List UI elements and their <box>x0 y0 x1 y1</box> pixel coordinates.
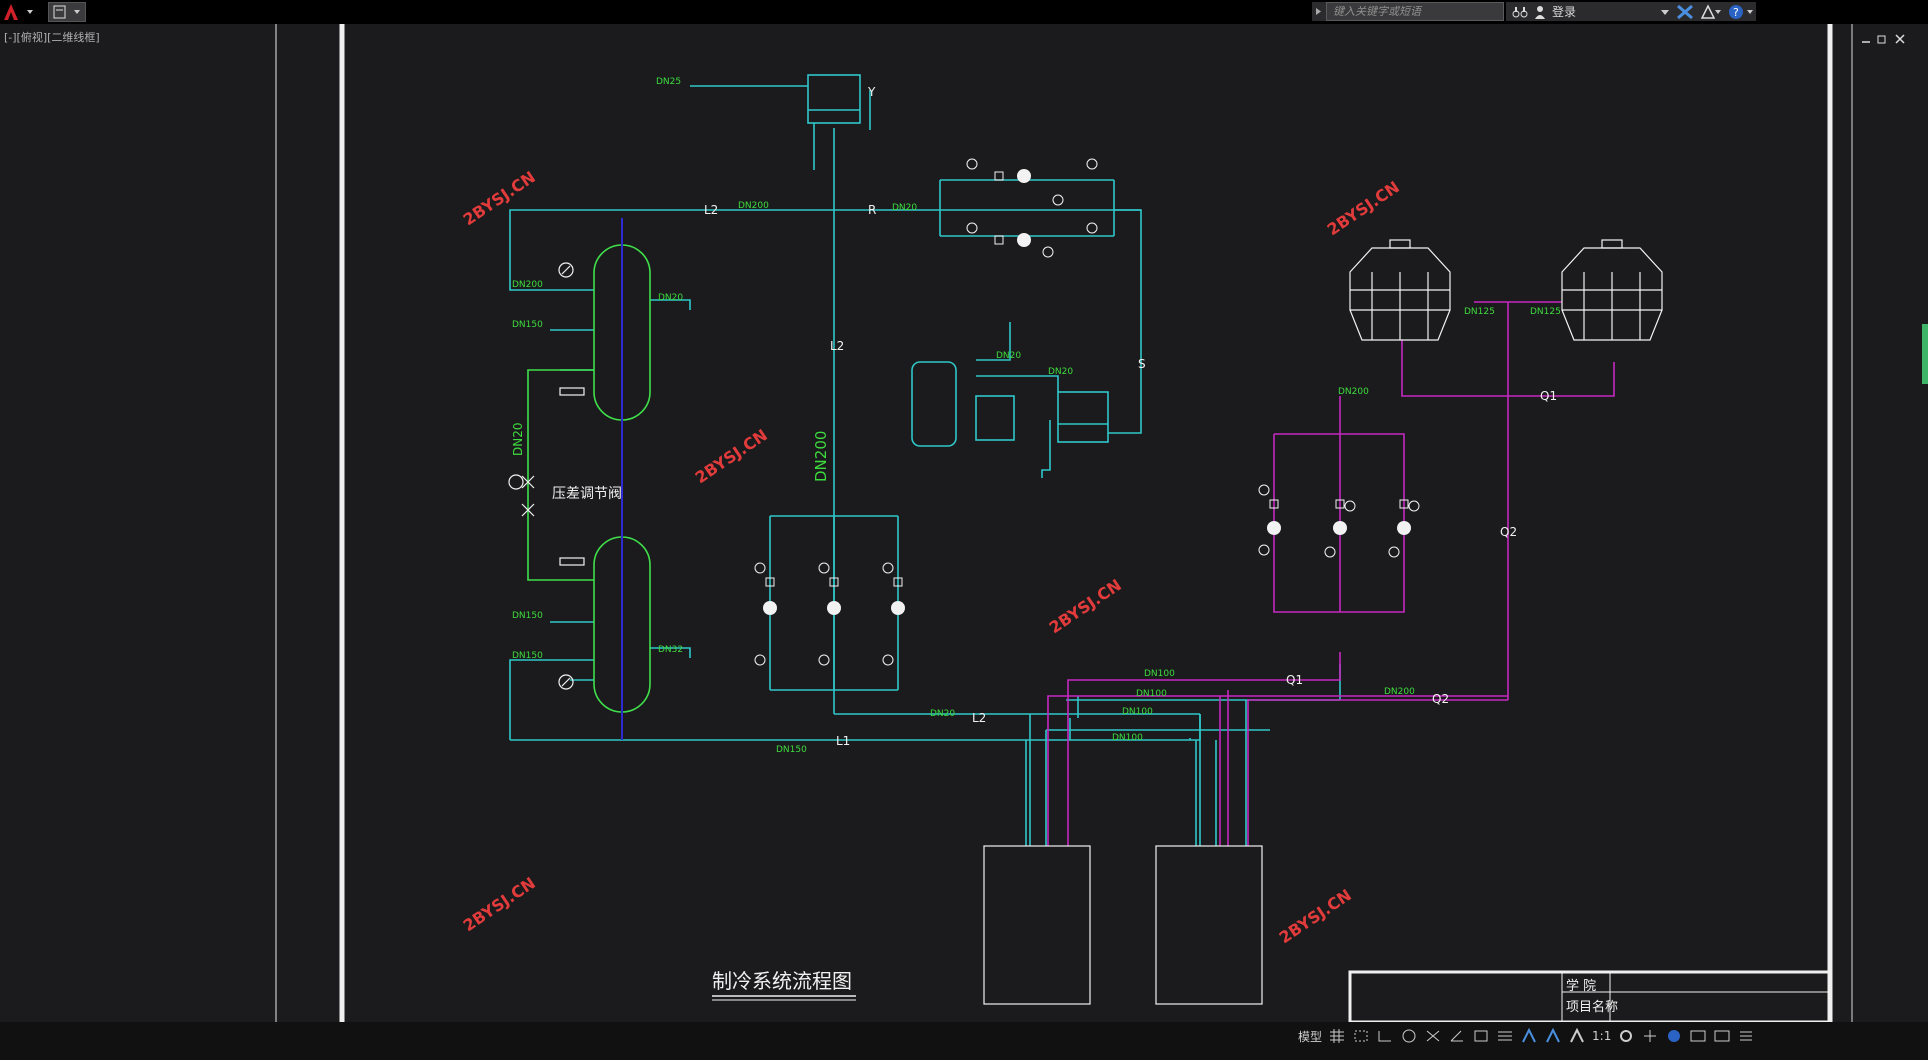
pipe-size-label: DN100 <box>1112 733 1143 743</box>
pipe-size-label: DN100 <box>1144 669 1175 679</box>
pressure-valve-label: 压差调节阀 <box>552 486 622 502</box>
plus-icon[interactable] <box>1641 1028 1659 1044</box>
annotation-visibility-icon[interactable] <box>1520 1028 1538 1044</box>
valve-symbols <box>754 158 1420 666</box>
watermark-text: 2BYSJ.CN <box>1276 885 1355 947</box>
autodesk-360-icon[interactable] <box>1700 3 1722 20</box>
snap-icon[interactable] <box>1352 1028 1370 1044</box>
pipe-size-label: DN25 <box>656 77 681 87</box>
pipe-label-l2-vertical: L2 <box>830 339 844 353</box>
pipe-label-s: S <box>1138 357 1146 371</box>
pipe-size-label: DN20 <box>658 293 683 303</box>
grid-icon[interactable] <box>1328 1028 1346 1044</box>
pipe-size-label: DN125 <box>1464 307 1495 317</box>
angle-icon[interactable] <box>1448 1028 1466 1044</box>
autocad-logo-icon <box>4 4 33 20</box>
pipe-size-label-vertical: DN20 <box>511 423 525 457</box>
chevron-down-icon[interactable] <box>1660 5 1670 19</box>
pipe-size-label: DN125 <box>1530 307 1561 317</box>
distributor-vessels <box>527 244 651 713</box>
model-tab[interactable]: 模型 <box>1298 1028 1322 1045</box>
pipe-size-label: DN200 <box>1338 387 1369 397</box>
login-link[interactable]: 登录 <box>1552 3 1576 20</box>
pipe-size-label: DN32 <box>658 645 683 655</box>
pipe-label-r: R <box>868 203 876 217</box>
title-block-row1: 学 院 <box>1566 978 1596 994</box>
exchange-icon[interactable] <box>1676 4 1694 20</box>
application-title-bar: 键入关键字或短语 登录 ? <box>0 0 1928 24</box>
ortho-icon[interactable] <box>1376 1028 1394 1044</box>
drawing-canvas[interactable]: 学 院 项目名称 制冷系统流程图 压差调节阀 L2 R Y S L2 L2 L1… <box>0 24 1928 1022</box>
cooling-water-pipes <box>1047 301 1615 846</box>
chevron-right-icon <box>1316 8 1321 15</box>
status-bar-tools: 模型 1:1 <box>1296 1024 1755 1048</box>
search-expand-arrow[interactable] <box>1312 2 1326 21</box>
pipe-label-q2: Q2 <box>1432 692 1449 706</box>
object-snap-icon[interactable] <box>1472 1028 1490 1044</box>
workspace-gear-icon[interactable] <box>1617 1028 1635 1044</box>
application-menu-button[interactable] <box>0 0 44 24</box>
pipe-size-label: DN100 <box>1136 689 1167 699</box>
scroll-marker[interactable] <box>1922 324 1928 384</box>
new-file-icon <box>53 5 80 19</box>
user-toolbar: 登录 ? <box>1506 2 1756 21</box>
pipe-size-label: DN150 <box>776 745 807 755</box>
watermark-text: 2BYSJ.CN <box>460 167 539 229</box>
watermark-text: 2BYSJ.CN <box>1324 177 1403 239</box>
pipe-size-label: DN100 <box>1122 707 1153 717</box>
watermark-text: 2BYSJ.CN <box>692 425 771 487</box>
title-block-row2: 项目名称 <box>1566 999 1618 1015</box>
pipe-label-q2-vertical: Q2 <box>1500 525 1517 539</box>
pipe-size-label: DN200 <box>512 280 543 290</box>
clean-screen-icon[interactable] <box>1713 1028 1731 1044</box>
pipe-label-l2-bottom: L2 <box>972 711 986 725</box>
user-icon <box>1535 5 1545 19</box>
lineweight-icon[interactable] <box>1496 1028 1514 1044</box>
drawing-title: 制冷系统流程图 <box>712 969 852 993</box>
quick-access-toolbar[interactable] <box>48 2 86 22</box>
annotation-scale-icon[interactable] <box>1568 1028 1586 1044</box>
hardware-accel-icon[interactable] <box>1689 1028 1707 1044</box>
chiller-units <box>983 845 1263 1005</box>
pipe-size-label: DN150 <box>512 611 543 621</box>
search-input[interactable]: 键入关键字或短语 <box>1326 2 1504 21</box>
pipe-size-label: DN200 <box>1384 687 1415 697</box>
osnap-icon[interactable] <box>1424 1028 1442 1044</box>
pipe-label-q1-top: Q1 <box>1540 389 1557 403</box>
binoculars-icon[interactable] <box>1512 5 1528 19</box>
pipe-label-y: Y <box>867 85 876 99</box>
watermark-text: 2BYSJ.CN <box>1046 575 1125 637</box>
pipe-size-label: DN20 <box>892 203 917 213</box>
cooling-towers <box>1349 239 1663 341</box>
pipe-label-q1: Q1 <box>1286 673 1303 687</box>
customize-menu-icon[interactable] <box>1737 1028 1755 1044</box>
pipe-size-label: DN20 <box>1048 367 1073 377</box>
isolate-icon[interactable] <box>1665 1028 1683 1044</box>
auto-scale-icon[interactable] <box>1544 1028 1562 1044</box>
viewport-window-controls[interactable] <box>1862 34 1905 44</box>
chilled-water-pipes <box>509 74 1341 846</box>
polar-icon[interactable] <box>1400 1028 1418 1044</box>
pipe-size-label: DN20 <box>996 351 1021 361</box>
pipe-size-label: DN150 <box>512 651 543 661</box>
annotation-scale-value[interactable]: 1:1 <box>1592 1029 1611 1043</box>
help-icon[interactable]: ? <box>1728 4 1756 20</box>
pipe-size-label: DN150 <box>512 320 543 330</box>
watermark-text: 2BYSJ.CN <box>460 873 539 935</box>
pipe-label-l2: L2 <box>704 203 718 217</box>
svg-text:?: ? <box>1733 6 1739 19</box>
pipe-size-label: DN20 <box>930 709 955 719</box>
pipe-size-label-vertical: DN200 <box>812 431 830 482</box>
pipe-size-label: DN200 <box>738 201 769 211</box>
pipe-label-l1: L1 <box>836 734 850 748</box>
